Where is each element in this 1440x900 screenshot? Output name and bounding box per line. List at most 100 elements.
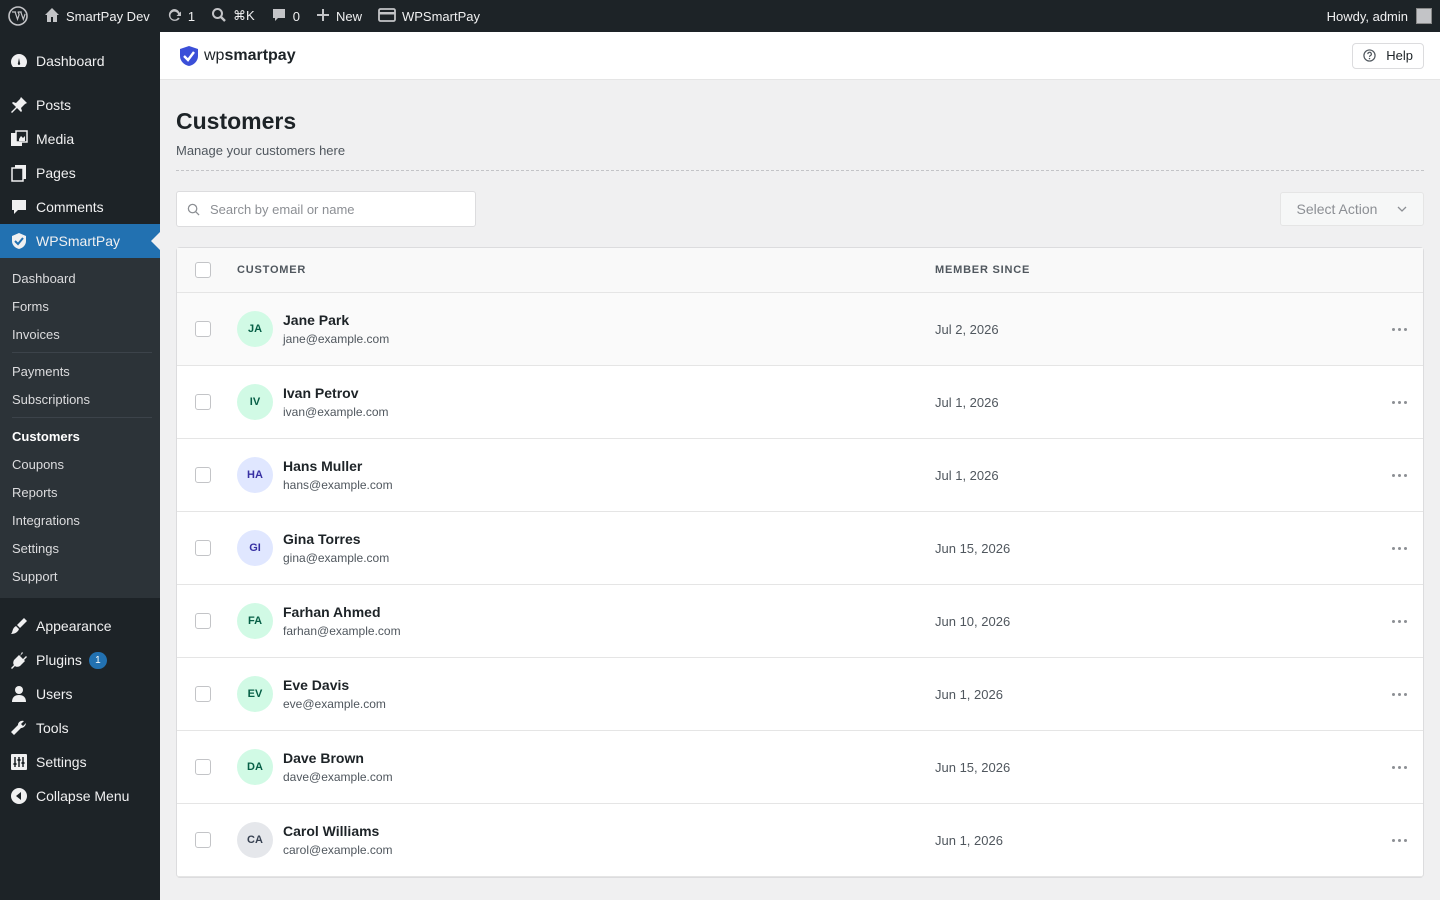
- member-since: Jun 15, 2026: [935, 759, 1011, 775]
- menu-comments[interactable]: Comments: [0, 190, 160, 224]
- account-menu[interactable]: Howdy, admin: [1319, 0, 1440, 32]
- submenu-invoices[interactable]: Invoices: [0, 320, 160, 348]
- new-content-link[interactable]: New: [308, 0, 370, 32]
- table-row[interactable]: JA Jane Park jane@example.com Jul 2, 202…: [177, 293, 1423, 366]
- row-checkbox[interactable]: [195, 467, 211, 483]
- customer-email: farhan@example.com: [283, 624, 401, 638]
- table-header: CUSTOMER MEMBER SINCE: [177, 248, 1423, 293]
- customer-name[interactable]: Carol Williams: [283, 823, 393, 839]
- submenu-integrations[interactable]: Integrations: [0, 506, 160, 534]
- wordpress-logo-icon[interactable]: [0, 0, 36, 32]
- customer-cell: HA Hans Muller hans@example.com: [237, 457, 935, 493]
- member-since: Jul 2, 2026: [935, 321, 999, 337]
- customer-name[interactable]: Gina Torres: [283, 531, 389, 547]
- customer-email: eve@example.com: [283, 697, 386, 711]
- wpsmartpay-label: WPSmartPay: [401, 8, 480, 24]
- table-controls: Select Action: [176, 191, 1424, 227]
- row-checkbox[interactable]: [195, 613, 211, 629]
- submenu-coupons[interactable]: Coupons: [0, 450, 160, 478]
- comment-icon: [271, 7, 287, 26]
- row-checkbox[interactable]: [195, 686, 211, 702]
- table-row[interactable]: CA Carol Williams carol@example.com Jun …: [177, 804, 1423, 877]
- menu-dashboard[interactable]: Dashboard: [0, 44, 160, 78]
- comments-link[interactable]: 0: [263, 0, 308, 32]
- customer-avatar: GI: [237, 530, 273, 566]
- customer-name[interactable]: Dave Brown: [283, 750, 393, 766]
- customer-cell: CA Carol Williams carol@example.com: [237, 822, 935, 858]
- submenu-forms[interactable]: Forms: [0, 292, 160, 320]
- menu-plugins[interactable]: Plugins 1: [0, 643, 160, 677]
- table-row[interactable]: GI Gina Torres gina@example.com Jun 15, …: [177, 512, 1423, 585]
- member-since: Jul 1, 2026: [935, 394, 999, 410]
- menu-users[interactable]: Users: [0, 677, 160, 711]
- new-label: New: [335, 8, 362, 24]
- table-row[interactable]: FA Farhan Ahmed farhan@example.com Jun 1…: [177, 585, 1423, 658]
- row-checkbox[interactable]: [195, 394, 211, 410]
- customer-avatar: JA: [237, 311, 273, 347]
- menu-media[interactable]: Media: [0, 122, 160, 156]
- collapse-menu-button[interactable]: Collapse Menu: [0, 779, 160, 813]
- select-all-checkbox[interactable]: [195, 262, 211, 278]
- table-row[interactable]: IV Ivan Petrov ivan@example.com Jul 1, 2…: [177, 366, 1423, 439]
- menu-tools-label: Tools: [36, 720, 69, 736]
- chevron-down-icon: [1387, 206, 1407, 212]
- customer-info: Eve Davis eve@example.com: [283, 677, 386, 711]
- menu-posts[interactable]: Posts: [0, 88, 160, 122]
- plus-icon: [316, 8, 330, 25]
- help-button[interactable]: Help: [1352, 42, 1424, 69]
- submenu-customers[interactable]: Customers: [0, 422, 160, 450]
- row-checkbox[interactable]: [195, 321, 211, 337]
- menu-appearance[interactable]: Appearance: [0, 609, 160, 643]
- member-since: Jun 1, 2026: [935, 832, 1003, 848]
- menu-wpsmartpay[interactable]: WPSmartPay: [0, 224, 160, 258]
- submenu-reports[interactable]: Reports: [0, 478, 160, 506]
- customer-name[interactable]: Hans Muller: [283, 458, 393, 474]
- submenu-settings[interactable]: Settings: [0, 534, 160, 562]
- row-checkbox[interactable]: [195, 759, 211, 775]
- customer-name[interactable]: Ivan Petrov: [283, 385, 389, 401]
- updates-link[interactable]: 1: [158, 0, 203, 32]
- table-row[interactable]: EV Eve Davis eve@example.com Jun 1, 2026: [177, 658, 1423, 731]
- search-input[interactable]: [210, 201, 460, 217]
- member-since: Jun 10, 2026: [935, 613, 1011, 629]
- search-icon: [187, 203, 200, 216]
- submenu-divider: [12, 417, 152, 418]
- logo-wp: wp: [204, 46, 225, 64]
- menu-comments-label: Comments: [36, 199, 104, 215]
- admin-bar: SmartPay Dev 1 ⌘K 0 New WPSmartPay Howdy…: [0, 0, 1440, 32]
- row-actions-icon[interactable]: [1392, 838, 1407, 842]
- menu-pages[interactable]: Pages: [0, 156, 160, 190]
- customer-email: jane@example.com: [283, 332, 390, 346]
- row-actions-icon[interactable]: [1392, 327, 1407, 331]
- wpsmartpay-link[interactable]: WPSmartPay: [370, 0, 488, 32]
- row-checkbox[interactable]: [195, 540, 211, 556]
- page-subtitle: Manage your customers here: [176, 143, 346, 158]
- row-checkbox[interactable]: [195, 832, 211, 848]
- customer-name[interactable]: Farhan Ahmed: [283, 604, 401, 620]
- row-actions-icon[interactable]: [1392, 692, 1407, 696]
- customer-cell: JA Jane Park jane@example.com: [237, 311, 935, 347]
- row-actions-icon[interactable]: [1392, 765, 1407, 769]
- site-name-link[interactable]: SmartPay Dev: [36, 0, 158, 32]
- row-actions-icon[interactable]: [1392, 400, 1407, 404]
- row-actions-icon[interactable]: [1392, 546, 1407, 550]
- column-header-customer: CUSTOMER: [237, 264, 307, 276]
- menu-settings[interactable]: Settings: [0, 745, 160, 779]
- customer-info: Ivan Petrov ivan@example.com: [283, 385, 389, 419]
- customer-avatar: FA: [237, 603, 273, 639]
- table-row[interactable]: DA Dave Brown dave@example.com Jun 15, 2…: [177, 731, 1423, 804]
- plugin-header: wp smartpay Help: [160, 32, 1440, 80]
- customer-name[interactable]: Eve Davis: [283, 677, 386, 693]
- select-action-dropdown[interactable]: Select Action: [1280, 192, 1424, 226]
- customer-name[interactable]: Jane Park: [283, 312, 389, 328]
- row-actions-icon[interactable]: [1392, 619, 1407, 623]
- search-shortcut-link[interactable]: ⌘K: [203, 0, 263, 32]
- menu-appearance-label: Appearance: [36, 618, 112, 634]
- submenu-subscriptions[interactable]: Subscriptions: [0, 385, 160, 413]
- submenu-dashboard[interactable]: Dashboard: [0, 264, 160, 292]
- table-row[interactable]: HA Hans Muller hans@example.com Jul 1, 2…: [177, 439, 1423, 512]
- submenu-support[interactable]: Support: [0, 562, 160, 590]
- row-actions-icon[interactable]: [1392, 473, 1407, 477]
- menu-tools[interactable]: Tools: [0, 711, 160, 745]
- submenu-payments[interactable]: Payments: [0, 357, 160, 385]
